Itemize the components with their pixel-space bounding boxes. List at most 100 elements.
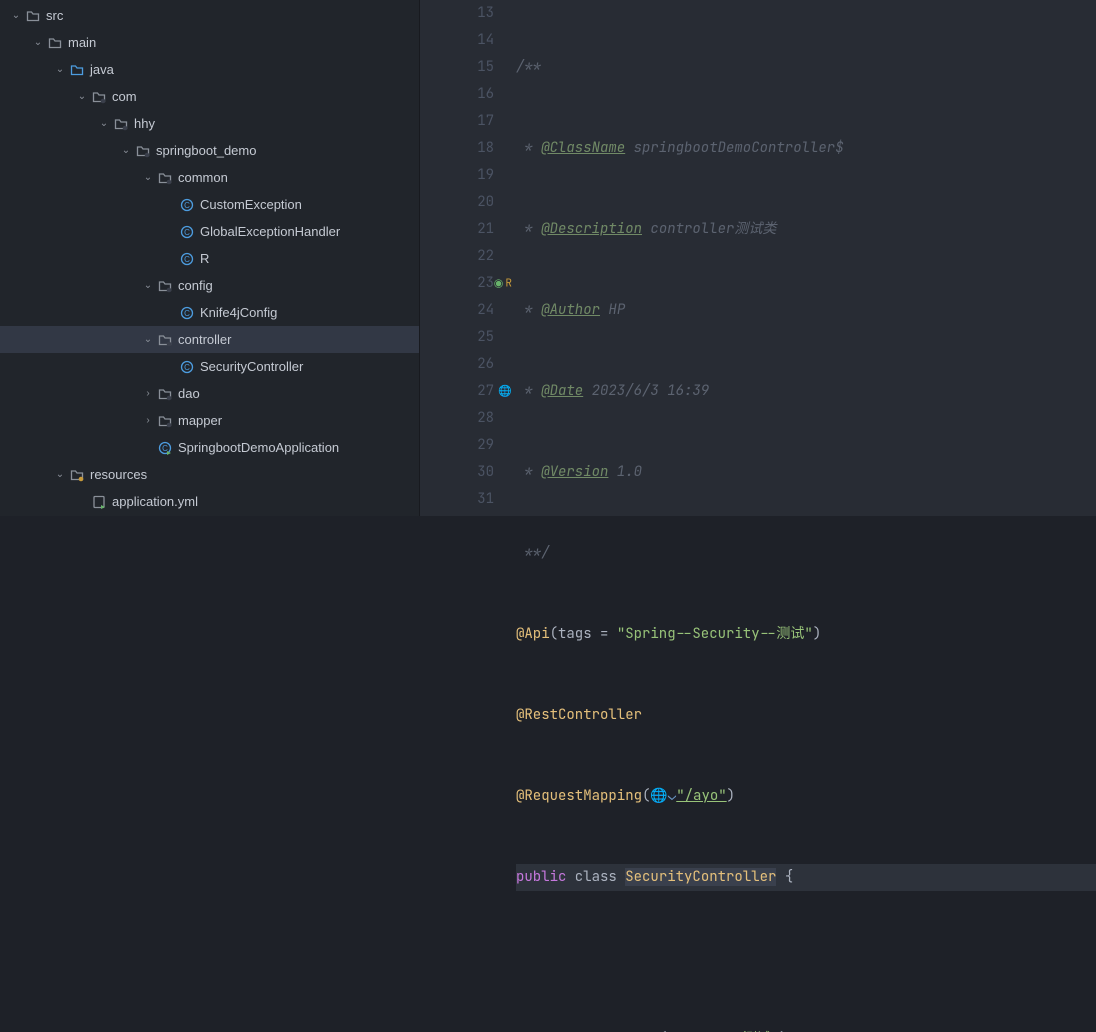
chevron-right-icon[interactable]: ›: [140, 388, 156, 399]
svg-text:C: C: [184, 363, 190, 372]
folder-java-icon: [68, 63, 86, 77]
line-number[interactable]: 19: [420, 162, 494, 189]
class-icon: C: [178, 306, 196, 320]
line-number[interactable]: 26: [420, 351, 494, 378]
line-number[interactable]: 17: [420, 108, 494, 135]
tree-label: src: [46, 8, 63, 23]
tree-item-knife4jconfig[interactable]: ·CKnife4jConfig: [0, 299, 419, 326]
tree-label: dao: [178, 386, 200, 401]
ide-window: ⌄ src ⌄ main ⌄ java ⌄ com ⌄ hhy ⌄ springboot_demo ⌄ c…: [0, 0, 1096, 516]
tree-label: java: [90, 62, 114, 77]
tree-label: mapper: [178, 413, 222, 428]
chevron-down-icon[interactable]: ⌄: [30, 37, 46, 48]
chevron-down-icon[interactable]: ⌄: [74, 91, 90, 102]
chevron-down-icon[interactable]: ⌄: [52, 64, 68, 75]
chevron-down-icon[interactable]: ⌄: [52, 469, 68, 480]
line-number[interactable]: 15: [420, 54, 494, 81]
tree-label: resources: [90, 467, 147, 482]
class-icon: C: [178, 252, 196, 266]
tree-label: R: [200, 251, 209, 266]
tree-item-config[interactable]: ⌄ config: [0, 272, 419, 299]
tree-item-main[interactable]: ⌄ main: [0, 29, 419, 56]
tree-label: com: [112, 89, 137, 104]
line-number[interactable]: 21: [420, 216, 494, 243]
line-number[interactable]: 16: [420, 81, 494, 108]
class-icon: C: [178, 360, 196, 374]
tree-label: Knife4jConfig: [200, 305, 277, 320]
line-number[interactable]: 31: [420, 486, 494, 513]
svg-text:C: C: [184, 309, 190, 318]
tree-label: SpringbootDemoApplication: [178, 440, 339, 455]
tree-item-resources[interactable]: ⌄ resources: [0, 461, 419, 488]
tree-item-r[interactable]: ·CR: [0, 245, 419, 272]
package-icon: [90, 90, 108, 104]
chevron-down-icon[interactable]: ⌄: [96, 118, 112, 129]
line-number[interactable]: 25: [420, 324, 494, 351]
tree-label: springboot_demo: [156, 143, 256, 158]
tree-label: SecurityController: [200, 359, 303, 374]
tree-item-com[interactable]: ⌄ com: [0, 83, 419, 110]
folder-icon: [24, 9, 42, 23]
line-number[interactable]: 13: [420, 0, 494, 27]
tree-item-controller[interactable]: ⌄ controller: [0, 326, 419, 353]
package-icon: [156, 387, 174, 401]
line-number[interactable]: 29: [420, 432, 494, 459]
package-icon: [156, 414, 174, 428]
class-run-icon: C: [156, 441, 174, 455]
chevron-down-icon[interactable]: ⌄: [140, 280, 156, 291]
tree-item-springboot-demo[interactable]: ⌄ springboot_demo: [0, 137, 419, 164]
svg-text:C: C: [184, 228, 190, 237]
tree-item-globalexceptionhandler[interactable]: ·CGlobalExceptionHandler: [0, 218, 419, 245]
tree-label: GlobalExceptionHandler: [200, 224, 340, 239]
line-gutter: 1314151617181920212223◉R24252627🌐2829303…: [420, 0, 516, 516]
chevron-down-icon[interactable]: ⌄: [140, 334, 156, 345]
line-number[interactable]: 23◉R: [420, 270, 494, 297]
svg-text:C: C: [184, 201, 190, 210]
line-number[interactable]: 28: [420, 405, 494, 432]
yml-icon: [90, 495, 108, 509]
class-icon: C: [178, 198, 196, 212]
chevron-right-icon[interactable]: ›: [140, 415, 156, 426]
line-number[interactable]: 14: [420, 27, 494, 54]
gutter-globe-icon[interactable]: 🌐: [498, 378, 512, 405]
chevron-down-icon[interactable]: ⌄: [140, 172, 156, 183]
tree-item-common[interactable]: ⌄ common: [0, 164, 419, 191]
resources-icon: [68, 468, 86, 482]
line-number[interactable]: 22: [420, 243, 494, 270]
tree-label: controller: [178, 332, 231, 347]
tree-item-mapper[interactable]: › mapper: [0, 407, 419, 434]
tree-label: main: [68, 35, 96, 50]
chevron-down-icon[interactable]: ⌄: [8, 10, 24, 21]
line-number[interactable]: 24: [420, 297, 494, 324]
line-number[interactable]: 30: [420, 459, 494, 486]
line-number[interactable]: 27🌐: [420, 378, 494, 405]
gutter-implement-icon[interactable]: ◉R: [494, 270, 512, 297]
tree-item-customexception[interactable]: ·CCustomException: [0, 191, 419, 218]
code-editor[interactable]: 1314151617181920212223◉R24252627🌐2829303…: [420, 0, 1096, 516]
tree-label: application.yml: [112, 494, 198, 509]
package-icon: [156, 171, 174, 185]
tree-label: config: [178, 278, 213, 293]
tree-label: CustomException: [200, 197, 302, 212]
code-area[interactable]: /** * @ClassName springbootDemoControlle…: [516, 0, 1096, 516]
package-icon: [112, 117, 130, 131]
tree-item-hhy[interactable]: ⌄ hhy: [0, 110, 419, 137]
tree-item-securitycontroller[interactable]: ·CSecurityController: [0, 353, 419, 380]
package-icon: [156, 279, 174, 293]
globe-icon: 🌐⌄: [650, 787, 676, 805]
svg-text:C: C: [184, 255, 190, 264]
tree-item-dao[interactable]: › dao: [0, 380, 419, 407]
line-number[interactable]: 20: [420, 189, 494, 216]
chevron-down-icon[interactable]: ⌄: [118, 145, 134, 156]
tree-label: common: [178, 170, 228, 185]
tree-item-src[interactable]: ⌄ src: [0, 2, 419, 29]
line-number[interactable]: 18: [420, 135, 494, 162]
tree-item-springbootdemoapplication[interactable]: ·CSpringbootDemoApplication: [0, 434, 419, 461]
tree-label: hhy: [134, 116, 155, 131]
project-tree[interactable]: ⌄ src ⌄ main ⌄ java ⌄ com ⌄ hhy ⌄ springboot_demo ⌄ c…: [0, 0, 420, 516]
tree-item-java[interactable]: ⌄ java: [0, 56, 419, 83]
class-icon: C: [178, 225, 196, 239]
folder-icon: [46, 36, 64, 50]
package-icon: [156, 333, 174, 347]
tree-item-application-yml[interactable]: ·application.yml: [0, 488, 419, 515]
